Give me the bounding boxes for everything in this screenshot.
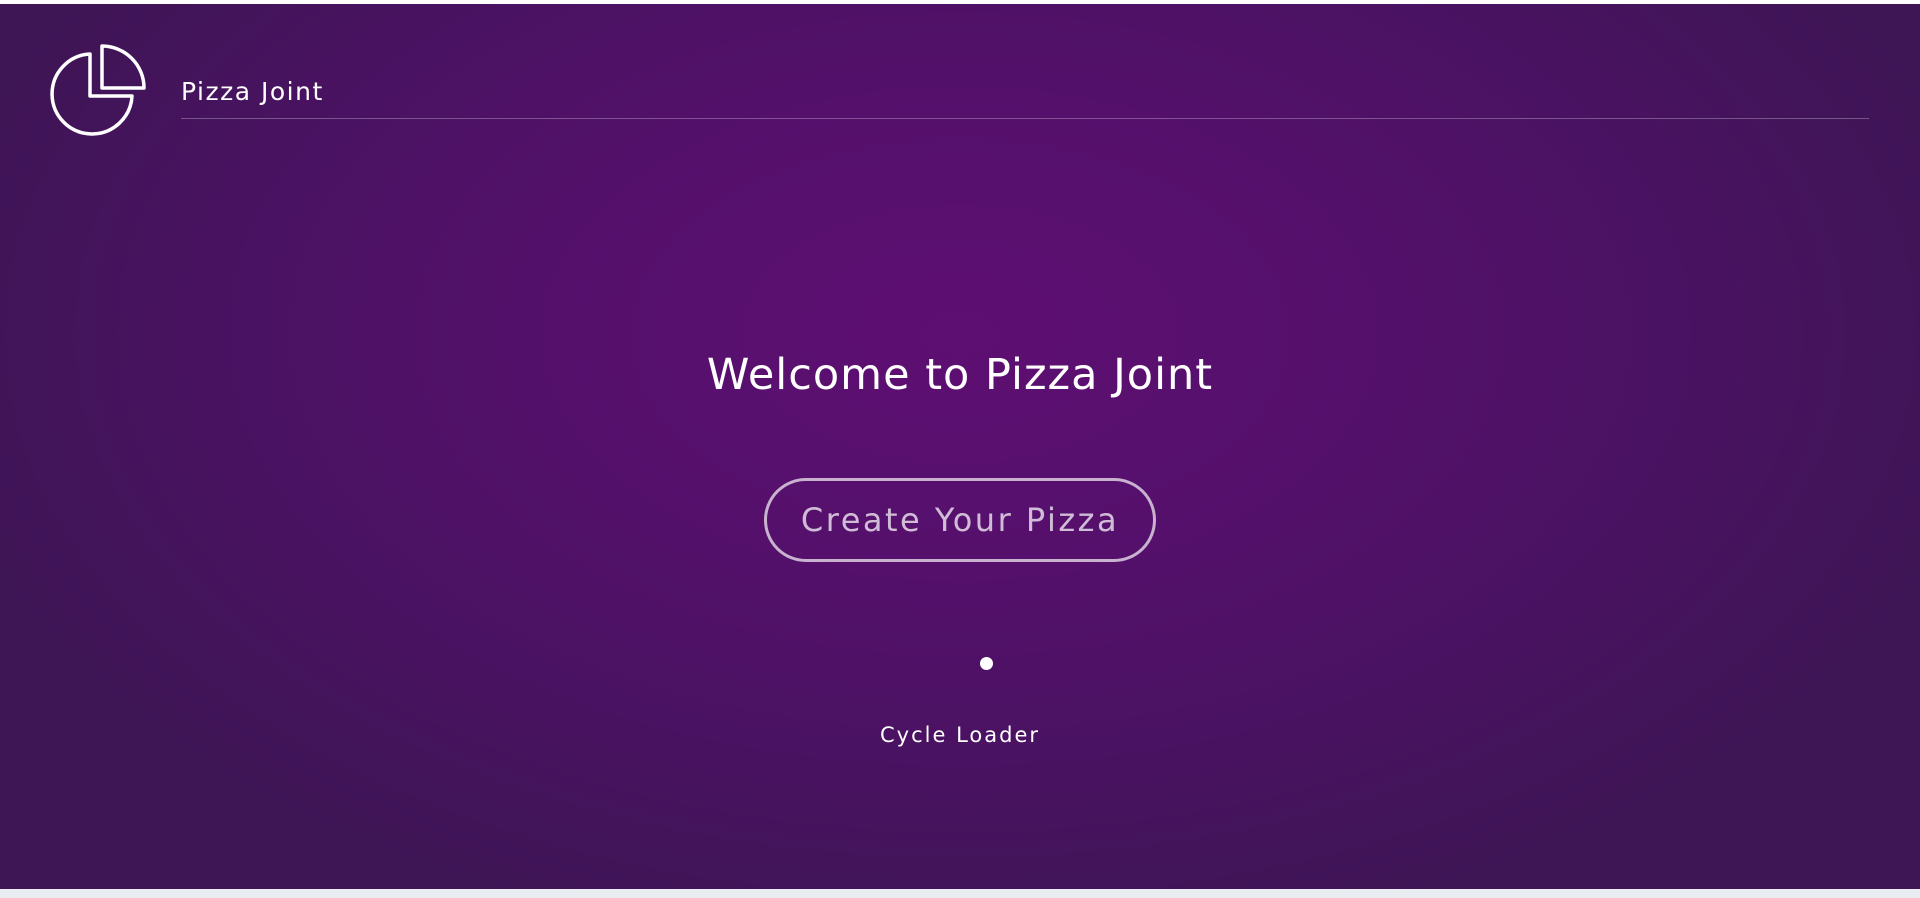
header-divider [181,118,1869,119]
page-title: Welcome to Pizza Joint [706,350,1214,400]
bottom-scroll-strip [0,889,1920,898]
create-pizza-button[interactable]: Create Your Pizza [764,478,1156,562]
pie-chart-icon [50,44,146,136]
loader-label: Cycle Loader [880,723,1040,747]
app-background: Pizza Joint Welcome to Pizza Joint Creat… [0,4,1920,889]
brand-name[interactable]: Pizza Joint [181,78,324,106]
cycle-loader-dot [980,657,993,670]
